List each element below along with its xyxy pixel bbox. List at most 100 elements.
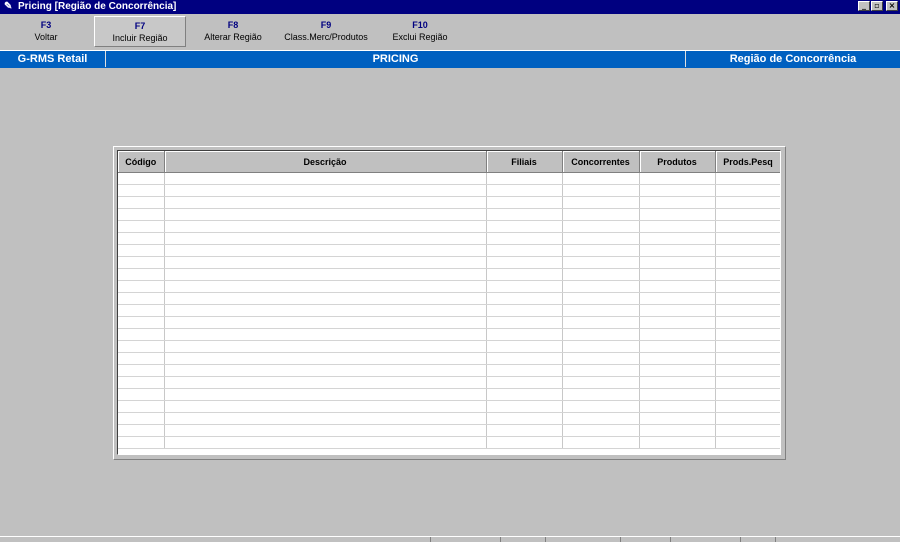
table-cell[interactable]: [715, 244, 780, 257]
table-cell[interactable]: [639, 196, 716, 209]
table-cell[interactable]: [164, 196, 487, 209]
table-row[interactable]: [118, 352, 780, 365]
table-cell[interactable]: [118, 412, 165, 425]
table-row[interactable]: [118, 364, 780, 377]
table-cell[interactable]: [562, 208, 640, 221]
table-cell[interactable]: [118, 340, 165, 353]
table-cell[interactable]: [715, 172, 780, 185]
table-cell[interactable]: [715, 424, 780, 437]
table-cell[interactable]: [715, 376, 780, 389]
table-cell[interactable]: [639, 388, 716, 401]
table-row[interactable]: [118, 184, 780, 197]
table-cell[interactable]: [562, 316, 640, 329]
table-cell[interactable]: [486, 196, 563, 209]
table-cell[interactable]: [486, 424, 563, 437]
table-cell[interactable]: [486, 436, 563, 449]
f8-edit-region-button[interactable]: F8 Alterar Região: [196, 16, 270, 47]
table-row[interactable]: [118, 292, 780, 305]
table-cell[interactable]: [562, 424, 640, 437]
table-cell[interactable]: [639, 268, 716, 281]
table-row[interactable]: [118, 436, 780, 449]
table-cell[interactable]: [562, 400, 640, 413]
table-cell[interactable]: [118, 364, 165, 377]
column-header-descricao[interactable]: Descrição: [164, 151, 487, 173]
f10-delete-region-button[interactable]: F10 Exclui Região: [382, 16, 458, 47]
table-cell[interactable]: [562, 304, 640, 317]
table-cell[interactable]: [562, 256, 640, 269]
table-cell[interactable]: [715, 364, 780, 377]
table-cell[interactable]: [562, 352, 640, 365]
table-cell[interactable]: [715, 400, 780, 413]
table-cell[interactable]: [164, 376, 487, 389]
table-row[interactable]: [118, 196, 780, 209]
table-cell[interactable]: [164, 328, 487, 341]
table-row[interactable]: [118, 316, 780, 329]
table-cell[interactable]: [164, 244, 487, 257]
f3-back-button[interactable]: F3 Voltar: [14, 16, 78, 47]
table-cell[interactable]: [562, 412, 640, 425]
table-cell[interactable]: [639, 304, 716, 317]
table-row[interactable]: [118, 424, 780, 437]
table-cell[interactable]: [118, 232, 165, 245]
table-cell[interactable]: [164, 400, 487, 413]
table-cell[interactable]: [562, 388, 640, 401]
column-header-produtos[interactable]: Produtos: [639, 151, 716, 173]
table-cell[interactable]: [715, 352, 780, 365]
table-row[interactable]: [118, 280, 780, 293]
table-cell[interactable]: [639, 244, 716, 257]
table-cell[interactable]: [118, 376, 165, 389]
column-header-codigo[interactable]: Código: [118, 151, 165, 173]
table-cell[interactable]: [486, 244, 563, 257]
table-cell[interactable]: [164, 280, 487, 293]
table-cell[interactable]: [639, 340, 716, 353]
table-row[interactable]: [118, 208, 780, 221]
table-cell[interactable]: [164, 304, 487, 317]
table-cell[interactable]: [562, 292, 640, 305]
table-row[interactable]: [118, 340, 780, 353]
table-cell[interactable]: [715, 316, 780, 329]
table-cell[interactable]: [562, 172, 640, 185]
table-row[interactable]: [118, 412, 780, 425]
table-cell[interactable]: [562, 376, 640, 389]
table-cell[interactable]: [486, 280, 563, 293]
table-cell[interactable]: [639, 184, 716, 197]
table-cell[interactable]: [486, 352, 563, 365]
table-cell[interactable]: [118, 208, 165, 221]
table-cell[interactable]: [164, 268, 487, 281]
table-cell[interactable]: [118, 256, 165, 269]
table-cell[interactable]: [715, 388, 780, 401]
table-cell[interactable]: [639, 232, 716, 245]
f9-class-merc-button[interactable]: F9 Class.Merc/Produtos: [278, 16, 374, 47]
table-cell[interactable]: [164, 232, 487, 245]
table-cell[interactable]: [486, 304, 563, 317]
minimize-button[interactable]: _: [858, 1, 870, 11]
table-cell[interactable]: [486, 376, 563, 389]
table-cell[interactable]: [639, 280, 716, 293]
table-cell[interactable]: [164, 388, 487, 401]
table-cell[interactable]: [486, 340, 563, 353]
table-cell[interactable]: [118, 352, 165, 365]
table-cell[interactable]: [486, 220, 563, 233]
table-cell[interactable]: [715, 328, 780, 341]
table-cell[interactable]: [562, 364, 640, 377]
column-header-filiais[interactable]: Filiais: [486, 151, 563, 173]
table-cell[interactable]: [639, 328, 716, 341]
table-cell[interactable]: [562, 280, 640, 293]
table-cell[interactable]: [639, 424, 716, 437]
table-cell[interactable]: [486, 328, 563, 341]
table-cell[interactable]: [562, 196, 640, 209]
table-cell[interactable]: [715, 268, 780, 281]
table-cell[interactable]: [118, 328, 165, 341]
table-cell[interactable]: [164, 424, 487, 437]
table-cell[interactable]: [486, 232, 563, 245]
column-header-prods-pesq[interactable]: Prods.Pesq: [715, 151, 780, 173]
f7-add-region-button[interactable]: F7 Incluir Região: [94, 16, 186, 47]
table-cell[interactable]: [715, 256, 780, 269]
table-cell[interactable]: [118, 280, 165, 293]
table-row[interactable]: [118, 256, 780, 269]
restore-button[interactable]: ▫: [871, 1, 883, 11]
table-cell[interactable]: [639, 220, 716, 233]
table-cell[interactable]: [486, 172, 563, 185]
table-cell[interactable]: [639, 352, 716, 365]
table-cell[interactable]: [164, 436, 487, 449]
